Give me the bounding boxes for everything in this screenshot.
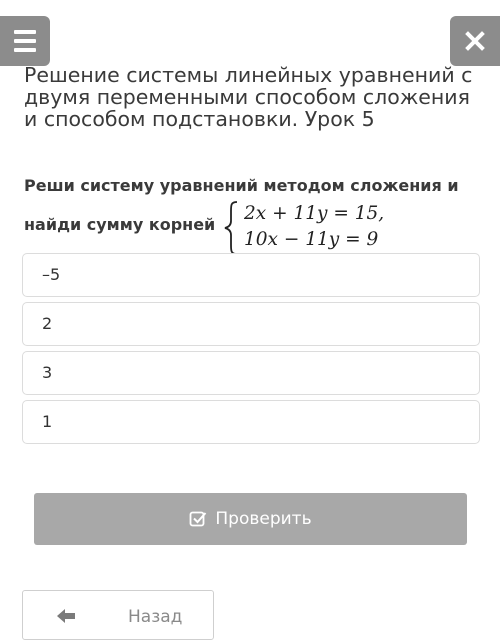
back-button[interactable]: Назад [22, 590, 214, 640]
page-title: Решение системы линейных уравнений с дву… [24, 63, 473, 131]
equation-2: 10x − 11y = 9 [244, 229, 379, 250]
answer-options: –5 2 3 1 [22, 253, 480, 449]
check-button[interactable]: Проверить [34, 493, 467, 545]
back-button-label: Назад [128, 607, 183, 627]
hamburger-menu-icon-bar [14, 39, 36, 43]
hamburger-menu-icon [14, 30, 36, 34]
answer-option[interactable]: 2 [22, 302, 480, 346]
answer-option[interactable]: 3 [22, 351, 480, 395]
arrow-left-icon [57, 609, 75, 623]
question: Реши систему уравнений методом сложения … [24, 172, 484, 256]
question-text-line1: Реши систему уравнений методом сложения … [24, 176, 459, 195]
check-button-label: Проверить [215, 509, 312, 529]
answer-option[interactable]: –5 [22, 253, 480, 297]
menu-button[interactable] [0, 16, 50, 66]
close-button[interactable] [450, 16, 500, 66]
equation-1: 2x + 11y = 15, [244, 203, 385, 224]
left-brace-icon [224, 201, 238, 255]
close-icon [465, 31, 485, 51]
answer-option[interactable]: 1 [22, 400, 480, 444]
hamburger-menu-icon-bar [14, 48, 36, 52]
checkbox-check-icon [189, 511, 207, 527]
question-line2: найди сумму корней 2x + 11y = 15, 10x − … [24, 200, 484, 256]
question-text-line2: найди сумму корней [24, 215, 216, 234]
